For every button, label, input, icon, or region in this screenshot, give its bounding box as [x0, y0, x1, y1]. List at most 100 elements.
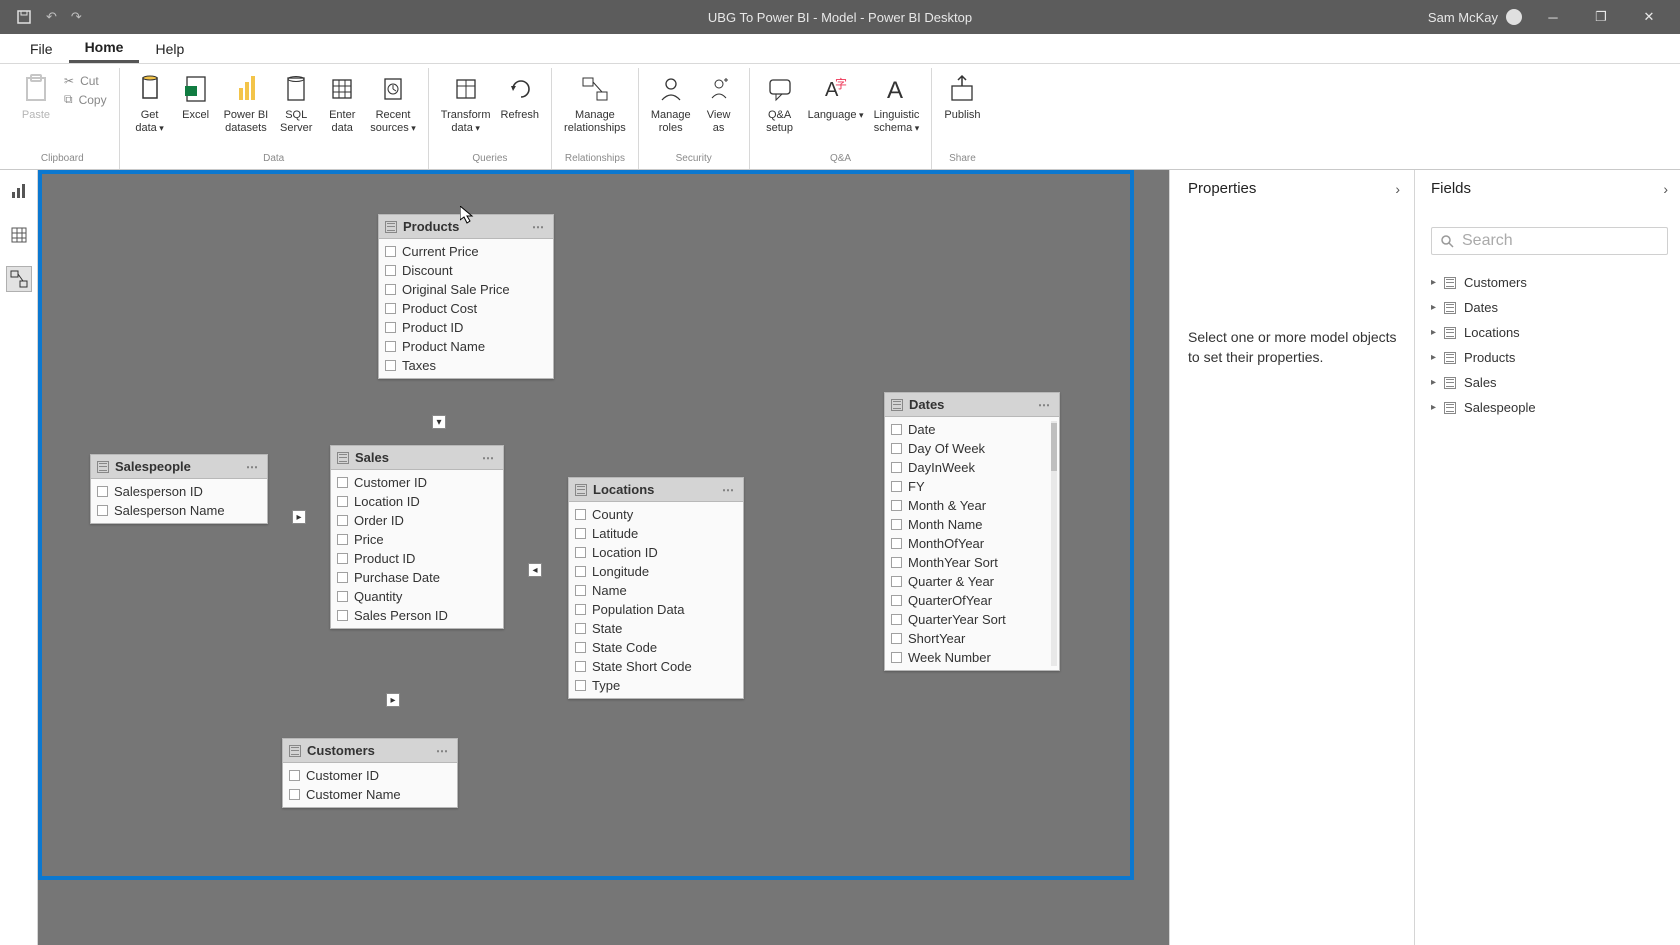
field-checkbox[interactable]	[575, 604, 586, 615]
field-checkbox[interactable]	[891, 481, 902, 492]
save-icon[interactable]	[16, 9, 32, 25]
field-row[interactable]: Current Price	[379, 242, 553, 261]
field-checkbox[interactable]	[385, 341, 396, 352]
field-row[interactable]: Discount	[379, 261, 553, 280]
field-checkbox[interactable]	[891, 443, 902, 454]
table-salespeople[interactable]: Salespeople ⋯ Salesperson IDSalesperson …	[90, 454, 268, 524]
field-checkbox[interactable]	[891, 462, 902, 473]
field-row[interactable]: FY	[885, 477, 1059, 496]
model-view-button[interactable]	[6, 266, 32, 292]
field-checkbox[interactable]	[385, 246, 396, 257]
field-row[interactable]: County	[569, 505, 743, 524]
field-row[interactable]: Price	[331, 530, 503, 549]
field-row[interactable]: ShortYear	[885, 629, 1059, 648]
collapse-properties-icon[interactable]: ›	[1395, 181, 1400, 197]
refresh-button[interactable]: Refresh	[497, 70, 544, 137]
field-row[interactable]: Customer ID	[331, 473, 503, 492]
linguistic-schema-button[interactable]: A Linguistic schema ▾	[870, 70, 924, 137]
expand-icon[interactable]: ▸	[1431, 402, 1436, 413]
enter-data-button[interactable]: Enter data	[320, 70, 364, 137]
field-checkbox[interactable]	[289, 770, 300, 781]
field-row[interactable]: Week Number	[885, 648, 1059, 667]
manage-relationships-button[interactable]: Manage relationships	[560, 70, 630, 137]
user-badge[interactable]: Sam McKay	[1428, 9, 1522, 25]
expand-icon[interactable]: ▸	[1431, 302, 1436, 313]
rel-arrow-customers-sales[interactable]: ▸	[386, 693, 400, 707]
table-menu-icon[interactable]: ⋯	[246, 460, 259, 474]
table-header-customers[interactable]: Customers ⋯	[283, 739, 457, 763]
field-checkbox[interactable]	[891, 633, 902, 644]
minimize-button[interactable]: ─	[1536, 2, 1570, 32]
field-row[interactable]: Month & Year	[885, 496, 1059, 515]
field-checkbox[interactable]	[891, 500, 902, 511]
expand-icon[interactable]: ▸	[1431, 377, 1436, 388]
table-menu-icon[interactable]: ⋯	[482, 451, 495, 465]
field-checkbox[interactable]	[385, 360, 396, 371]
field-checkbox[interactable]	[97, 486, 108, 497]
table-menu-icon[interactable]: ⋯	[532, 220, 545, 234]
field-checkbox[interactable]	[891, 576, 902, 587]
menu-home[interactable]: Home	[69, 34, 140, 63]
field-row[interactable]: Longitude	[569, 562, 743, 581]
field-checkbox[interactable]	[337, 591, 348, 602]
field-row[interactable]: Taxes	[379, 356, 553, 375]
field-row[interactable]: Sales Person ID	[331, 606, 503, 625]
field-row[interactable]: QuarterYear Sort	[885, 610, 1059, 629]
field-row[interactable]: Product Name	[379, 337, 553, 356]
table-menu-icon[interactable]: ⋯	[1038, 398, 1051, 412]
field-checkbox[interactable]	[575, 528, 586, 539]
table-header-products[interactable]: Products ⋯	[379, 215, 553, 239]
transform-data-button[interactable]: Transform data ▾	[437, 70, 495, 137]
table-header-locations[interactable]: Locations ⋯	[569, 478, 743, 502]
table-locations[interactable]: Locations ⋯ CountyLatitudeLocation IDLon…	[568, 477, 744, 699]
menu-help[interactable]: Help	[139, 34, 200, 63]
field-row[interactable]: State Short Code	[569, 657, 743, 676]
pbi-datasets-button[interactable]: Power BI datasets	[220, 70, 273, 137]
undo-icon[interactable]: ↶	[46, 9, 57, 25]
table-customers[interactable]: Customers ⋯ Customer IDCustomer Name	[282, 738, 458, 808]
get-data-button[interactable]: Get data ▾	[128, 70, 172, 137]
table-dates[interactable]: Dates ⋯ DateDay Of WeekDayInWeekFYMonth …	[884, 392, 1060, 671]
field-checkbox[interactable]	[385, 265, 396, 276]
field-checkbox[interactable]	[337, 610, 348, 621]
excel-button[interactable]: Excel	[174, 70, 218, 137]
field-checkbox[interactable]	[337, 515, 348, 526]
expand-icon[interactable]: ▸	[1431, 327, 1436, 338]
expand-icon[interactable]: ▸	[1431, 352, 1436, 363]
field-row[interactable]: Quarter & Year	[885, 572, 1059, 591]
field-checkbox[interactable]	[575, 547, 586, 558]
expand-icon[interactable]: ▸	[1431, 277, 1436, 288]
report-view-button[interactable]	[6, 178, 32, 204]
field-checkbox[interactable]	[575, 680, 586, 691]
field-row[interactable]: Name	[569, 581, 743, 600]
field-row[interactable]: Salesperson Name	[91, 501, 267, 520]
scrollbar-thumb[interactable]	[1051, 423, 1057, 471]
rel-arrow-salespeople-sales[interactable]: ▸	[292, 510, 306, 524]
field-row[interactable]: Quantity	[331, 587, 503, 606]
field-checkbox[interactable]	[891, 614, 902, 625]
field-row[interactable]: Order ID	[331, 511, 503, 530]
table-products[interactable]: Products ⋯ Current PriceDiscountOriginal…	[378, 214, 554, 379]
field-checkbox[interactable]	[337, 553, 348, 564]
field-checkbox[interactable]	[385, 322, 396, 333]
field-checkbox[interactable]	[575, 509, 586, 520]
field-checkbox[interactable]	[337, 496, 348, 507]
fields-search-input[interactable]: Search	[1431, 227, 1668, 255]
field-row[interactable]: Population Data	[569, 600, 743, 619]
qna-setup-button[interactable]: Q&A setup	[758, 70, 802, 137]
field-checkbox[interactable]	[575, 661, 586, 672]
field-row[interactable]: Original Sale Price	[379, 280, 553, 299]
table-header-salespeople[interactable]: Salespeople ⋯	[91, 455, 267, 479]
menu-file[interactable]: File	[14, 34, 69, 63]
field-row[interactable]: Product Cost	[379, 299, 553, 318]
maximize-button[interactable]: ❐	[1584, 2, 1618, 32]
field-row[interactable]: Location ID	[569, 543, 743, 562]
field-row[interactable]: Salesperson ID	[91, 482, 267, 501]
rel-arrow-locations-sales[interactable]: ◂	[528, 563, 542, 577]
model-canvas[interactable]: ▾ ▸ ◂ ▸ 1 * 1 * 1 1 Products ⋯ Current P…	[38, 170, 1169, 945]
field-checkbox[interactable]	[97, 505, 108, 516]
rel-arrow-products-sales[interactable]: ▾	[432, 415, 446, 429]
field-row[interactable]: Month Name	[885, 515, 1059, 534]
field-row[interactable]: Product ID	[379, 318, 553, 337]
field-row[interactable]: MonthOfYear	[885, 534, 1059, 553]
